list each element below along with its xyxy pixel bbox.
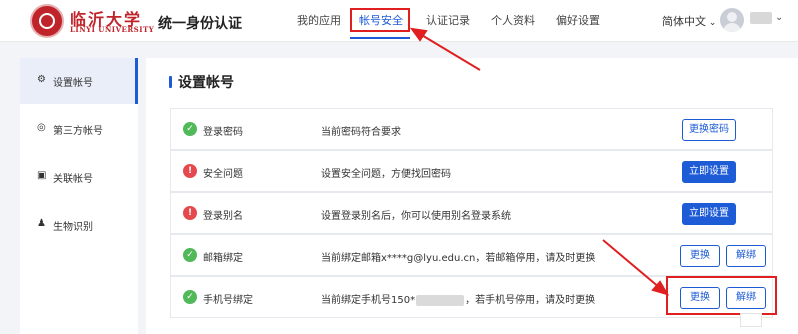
link-circle-icon: ◎ xyxy=(37,122,46,133)
phone-suffix: ，若手机号停用，请及时更换 xyxy=(465,295,596,306)
username-redacted[interactable] xyxy=(750,12,772,24)
sidebar-item-account-settings[interactable]: ⚙ 设置帐号 xyxy=(20,58,138,104)
row-description: 设置安全问题，方便找回密码 xyxy=(321,169,451,180)
sidebar-item-label: 生物识别 xyxy=(53,222,93,233)
nav-preferences[interactable]: 偏好设置 xyxy=(556,12,600,28)
row-login-password: ✓ 登录密码 当前密码符合要求 更换密码 xyxy=(170,108,773,150)
language-label: 简体中文 xyxy=(662,15,706,28)
change-email-button[interactable]: 更换 xyxy=(680,245,720,267)
row-label: 安全问题 xyxy=(203,169,243,180)
nav-my-apps[interactable]: 我的应用 xyxy=(297,12,341,28)
set-security-question-button[interactable]: 立即设置 xyxy=(682,161,736,183)
unbind-email-button[interactable]: 解绑 xyxy=(726,245,766,267)
row-label: 登录别名 xyxy=(203,211,243,222)
row-label: 手机号绑定 xyxy=(203,295,253,306)
set-login-alias-button[interactable]: 立即设置 xyxy=(682,203,736,225)
chevron-down-icon: ⌄ xyxy=(706,18,717,28)
nav-auth-records[interactable]: 认证记录 xyxy=(426,12,470,28)
redacted-phone xyxy=(416,294,465,306)
warning-icon: ! xyxy=(183,164,197,178)
row-login-alias: ! 登录别名 设置登录别名后，你可以使用别名登录系统 立即设置 xyxy=(170,192,773,234)
sidebar: ⚙ 设置帐号 ◎ 第三方帐号 ▣ 关联帐号 ♟ 生物识别 xyxy=(20,58,138,334)
row-label: 邮箱绑定 xyxy=(203,253,243,264)
sidebar-item-label: 设置帐号 xyxy=(53,78,93,89)
linked-account-icon: ▣ xyxy=(37,170,47,181)
person-icon: ♟ xyxy=(37,218,46,229)
floating-widget[interactable] xyxy=(740,313,762,327)
row-description: 设置登录别名后，你可以使用别名登录系统 xyxy=(321,211,511,222)
row-security-question: ! 安全问题 设置安全问题，方便找回密码 立即设置 xyxy=(170,150,773,192)
row-email-binding: ✓ 邮箱绑定 当前绑定邮箱x****g@lyu.edu.cn，若邮箱停用，请及时… xyxy=(170,234,773,276)
chevron-down-icon[interactable]: ⌄ xyxy=(775,12,783,23)
row-label: 登录密码 xyxy=(203,127,243,138)
active-tab-indicator xyxy=(350,37,410,39)
sidebar-item-linked-accounts[interactable]: ▣ 关联帐号 xyxy=(20,154,138,200)
annotation-highlight-nav xyxy=(350,8,410,32)
check-icon: ✓ xyxy=(183,290,197,304)
school-name-en: LINYI UNIVERSITY xyxy=(70,25,155,34)
row-description: 当前密码符合要求 xyxy=(321,127,401,138)
check-icon: ✓ xyxy=(183,248,197,262)
sidebar-item-label: 第三方帐号 xyxy=(53,126,103,137)
sidebar-item-biometrics[interactable]: ♟ 生物识别 xyxy=(20,202,138,248)
gear-icon: ⚙ xyxy=(37,74,46,85)
change-password-button[interactable]: 更换密码 xyxy=(682,119,736,141)
page-title: 设置帐号 xyxy=(178,75,234,91)
warning-icon: ! xyxy=(183,206,197,220)
sidebar-item-label: 关联帐号 xyxy=(53,174,93,185)
check-icon: ✓ xyxy=(183,122,197,136)
row-description: 当前绑定邮箱x****g@lyu.edu.cn，若邮箱停用，请及时更换 xyxy=(321,253,596,264)
user-avatar-icon[interactable] xyxy=(720,8,744,32)
nav-profile[interactable]: 个人资料 xyxy=(491,12,535,28)
annotation-highlight-buttons xyxy=(666,276,777,315)
title-accent-bar xyxy=(169,76,172,88)
language-select[interactable]: 简体中文 ⌄ xyxy=(662,13,716,29)
phone-prefix: 当前绑定手机号150* xyxy=(321,295,416,306)
university-logo xyxy=(30,4,64,38)
sidebar-item-third-party[interactable]: ◎ 第三方帐号 xyxy=(20,106,138,152)
row-description: 当前绑定手机号150* ，若手机号停用，请及时更换 xyxy=(321,291,595,306)
app-title: 统一身份认证 xyxy=(158,16,242,32)
